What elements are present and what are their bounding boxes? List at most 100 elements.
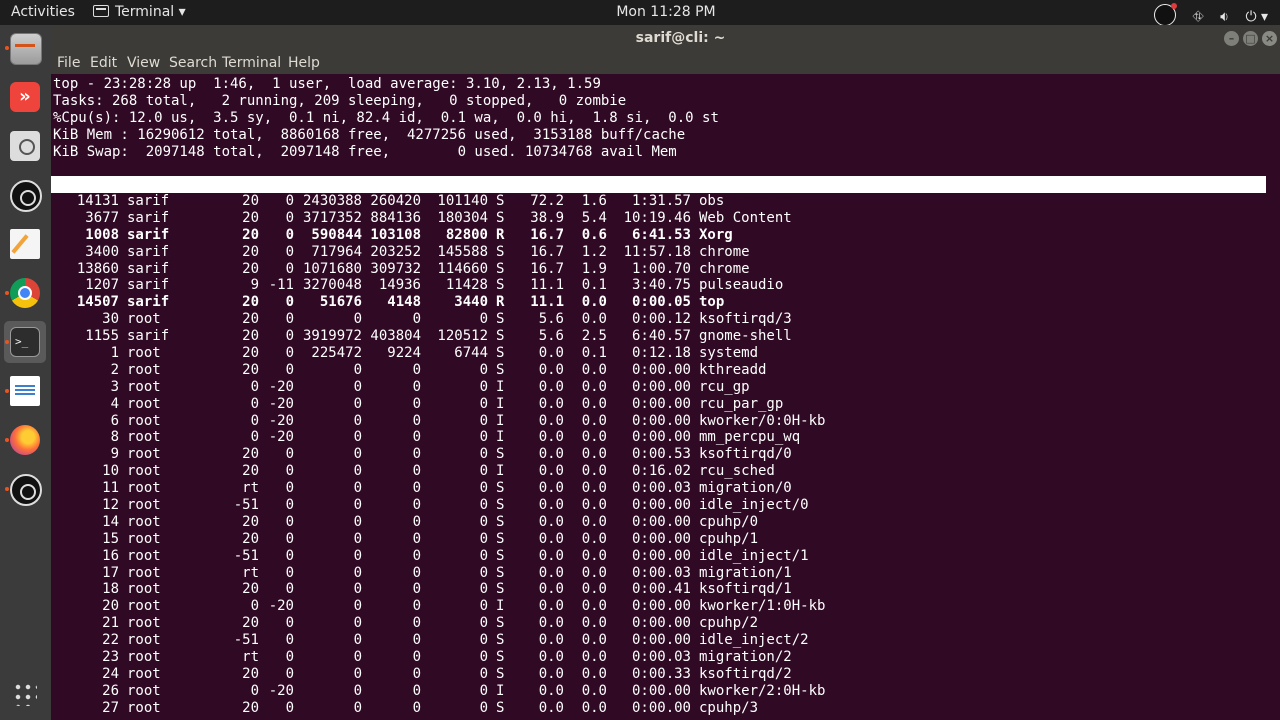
cell-ni: -20 — [268, 412, 294, 429]
cell-pid: 20 — [102, 598, 119, 615]
menu-view[interactable]: View — [127, 55, 160, 71]
launcher-item-terminal[interactable]: >_ — [4, 321, 46, 363]
cell-ni: 0 — [285, 243, 294, 260]
cell-pr: 20 — [242, 513, 259, 530]
cell-res: 0 — [412, 564, 421, 581]
cell-virt: 0 — [353, 598, 362, 615]
close-button[interactable]: × — [1262, 31, 1277, 46]
cell-shr: 0 — [479, 665, 488, 682]
cell-res: 403804 — [370, 328, 421, 345]
show-applications-button[interactable] — [4, 673, 46, 715]
launcher-item-anydesk[interactable]: » — [4, 76, 46, 118]
cell-cmd: top — [699, 294, 725, 311]
cell-cmd: migration/2 — [699, 649, 792, 666]
cell-pr: 20 — [242, 699, 259, 716]
cell-pr: 20 — [242, 209, 259, 226]
terminal-output[interactable]: top - 23:28:28 up 1:46, 1 user, load ave… — [51, 74, 1280, 720]
launcher-item-obs-2[interactable] — [4, 468, 46, 510]
network-icon[interactable]: ⛗ — [1193, 9, 1204, 25]
launcher-item-writer[interactable] — [4, 370, 46, 412]
cell-time: 0:12.18 — [631, 345, 691, 362]
clock[interactable]: Mon 11:28 PM — [0, 4, 1280, 20]
cell-shr: 0 — [479, 480, 488, 497]
obs-tray-icon[interactable] — [1154, 3, 1178, 26]
table-row: 12 root -51 0 0 0 0 S 0.0 0.0 0:00.00 idle_inject/0 — [51, 497, 825, 514]
cell-res: 884136 — [370, 209, 421, 226]
cell-cpu: 0.0 — [538, 564, 564, 581]
cell-pid: 8 — [110, 429, 119, 446]
cell-ni: 0 — [285, 463, 294, 480]
menu-search[interactable]: Search — [169, 55, 217, 71]
cell-virt: 0 — [353, 632, 362, 649]
cell-user: root — [127, 699, 161, 716]
menu-file[interactable]: File — [57, 55, 80, 71]
cell-cmd: kworker/1:0H-kb — [699, 598, 826, 615]
cell-res: 0 — [412, 632, 421, 649]
cell-res: 0 — [412, 530, 421, 547]
table-row: 10 root 20 0 0 0 0 I 0.0 0.0 0:16.02 rcu_sched — [51, 463, 825, 480]
cell-shr: 0 — [479, 598, 488, 615]
table-row: 24 root 20 0 0 0 0 S 0.0 0.0 0:00.33 ksoftirqd/2 — [51, 666, 825, 683]
cell-mem: 0.0 — [581, 378, 607, 395]
window-titlebar[interactable]: sarif@cli: ~ – □ × — [51, 25, 1280, 52]
cell-cpu: 0.0 — [538, 547, 564, 564]
cell-mem: 0.0 — [581, 412, 607, 429]
cell-virt: 0 — [353, 530, 362, 547]
cell-pid: 1008 — [85, 226, 119, 243]
cell-ni: 0 — [285, 513, 294, 530]
cell-s: I — [496, 429, 505, 446]
cell-time: 0:00.03 — [631, 564, 691, 581]
launcher-item-chrome[interactable] — [4, 272, 46, 314]
cell-cmd: cpuhp/2 — [699, 615, 759, 632]
volume-icon[interactable]: 🔉︎ — [1220, 9, 1229, 25]
cell-pid: 11 — [102, 480, 119, 497]
cell-pr: rt — [242, 480, 259, 497]
cell-pid: 30 — [102, 311, 119, 328]
system-tray[interactable]: ⛗ 🔉︎ ⏻ ▾ — [1154, 3, 1268, 26]
cell-res: 0 — [412, 615, 421, 632]
cell-pr: 20 — [242, 193, 259, 209]
launcher-item-firefox[interactable] — [4, 419, 46, 461]
menu-terminal[interactable]: Terminal — [222, 55, 281, 71]
cell-ni: 0 — [285, 209, 294, 226]
cell-cpu: 16.7 — [530, 260, 564, 277]
menu-help[interactable]: Help — [288, 55, 320, 71]
menu-edit[interactable]: Edit — [90, 55, 117, 71]
cell-s: S — [496, 530, 505, 547]
maximize-button[interactable]: □ — [1243, 31, 1258, 46]
cell-user: root — [127, 564, 161, 581]
cell-shr: 145588 — [437, 243, 488, 260]
cell-shr: 0 — [479, 311, 488, 328]
cell-mem: 1.6 — [581, 193, 607, 209]
cell-ni: 0 — [285, 615, 294, 632]
cell-shr: 82800 — [445, 226, 488, 243]
cell-pr: 9 — [250, 277, 259, 294]
cell-cmd: ksoftirqd/3 — [699, 311, 792, 328]
cell-cmd: chrome — [699, 260, 750, 277]
launcher-item-files[interactable] — [4, 27, 46, 69]
cell-time: 0:00.00 — [631, 378, 691, 395]
cell-ni: 0 — [285, 294, 294, 311]
cell-pid: 2 — [110, 361, 119, 378]
cell-time: 0:00.00 — [631, 412, 691, 429]
cell-ni: 0 — [285, 632, 294, 649]
table-row: 1 root 20 0 225472 9224 6744 S 0.0 0.1 0:12.18 syst… — [51, 345, 825, 362]
minimize-button[interactable]: – — [1224, 31, 1239, 46]
cell-shr: 0 — [479, 682, 488, 699]
cell-pid: 13860 — [76, 260, 119, 277]
launcher-item-obs[interactable] — [4, 174, 46, 216]
cell-s: I — [496, 682, 505, 699]
power-icon[interactable]: ⏻ ▾ — [1245, 9, 1268, 25]
launcher-item-screenshot[interactable] — [4, 125, 46, 167]
cell-cmd: systemd — [699, 345, 759, 362]
cell-time: 3:40.75 — [631, 277, 691, 294]
cell-mem: 0.0 — [581, 699, 607, 716]
cell-pid: 14507 — [76, 294, 119, 311]
launcher-item-text-editor[interactable] — [4, 223, 46, 265]
cell-user: root — [127, 581, 161, 598]
cell-pr: 0 — [250, 412, 259, 429]
cell-mem: 0.0 — [581, 547, 607, 564]
cell-user: root — [127, 378, 161, 395]
cell-pid: 14 — [102, 513, 119, 530]
cell-pr: 0 — [250, 598, 259, 615]
